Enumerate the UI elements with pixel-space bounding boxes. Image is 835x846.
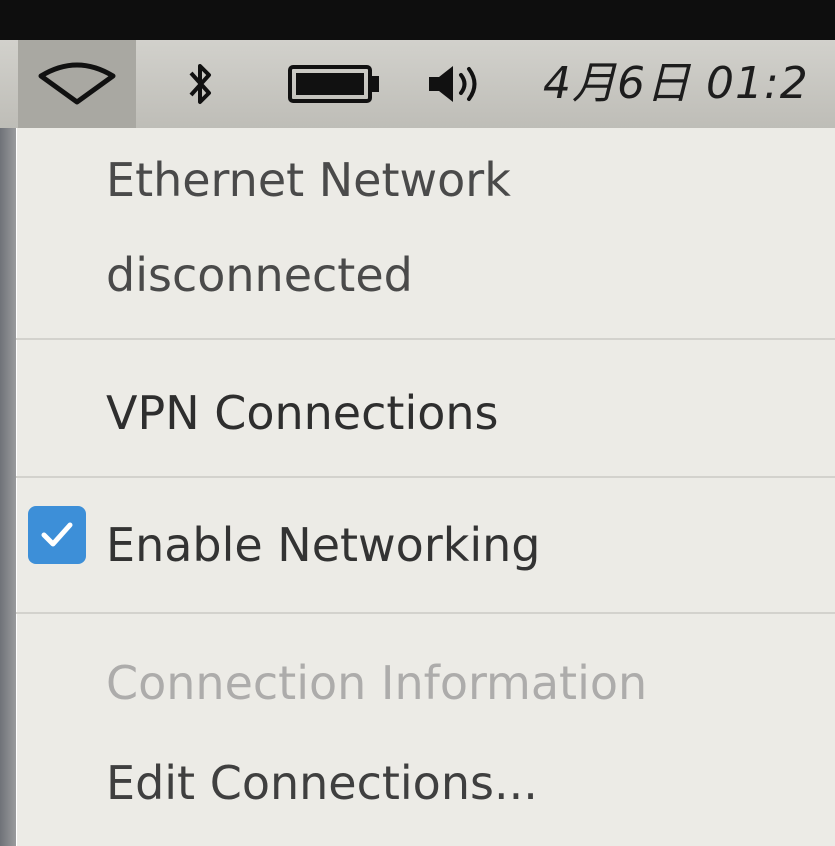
top-panel: 4月6日 01:2 <box>0 40 835 129</box>
clock-indicator[interactable]: 4月6日 01:2 <box>543 40 809 128</box>
menu-separator <box>16 338 835 340</box>
ethernet-status: disconnected <box>106 248 413 302</box>
screen-top-edge <box>0 0 835 40</box>
battery-icon <box>288 65 379 103</box>
network-menu: Ethernet Network disconnected VPN Connec… <box>16 128 835 846</box>
menu-separator <box>16 476 835 478</box>
network-indicator[interactable] <box>18 40 136 128</box>
volume-icon <box>429 66 477 102</box>
checkmark-icon <box>41 522 73 547</box>
volume-indicator[interactable] <box>418 40 490 128</box>
bluetooth-icon <box>189 64 211 104</box>
enable-networking-item[interactable]: Enable Networking <box>106 518 541 572</box>
ethernet-network-header: Ethernet Network <box>106 153 511 207</box>
edit-connections-item[interactable]: Edit Connections... <box>106 756 538 810</box>
battery-indicator[interactable] <box>280 40 390 128</box>
connection-information-item: Connection Information <box>106 656 648 710</box>
desktop-edge <box>0 128 16 846</box>
vpn-connections-item[interactable]: VPN Connections <box>106 386 498 440</box>
bluetooth-indicator[interactable] <box>165 40 235 128</box>
wifi-icon <box>38 62 116 105</box>
menu-separator <box>16 612 835 614</box>
enable-networking-checkbox[interactable] <box>28 506 86 564</box>
